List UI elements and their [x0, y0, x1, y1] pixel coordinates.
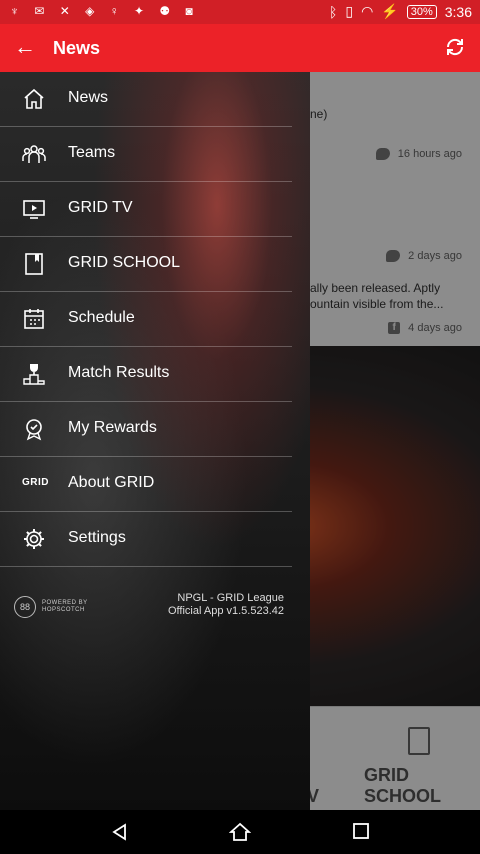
gear-icon [22, 527, 46, 551]
app-name: NPGL - GRID League [177, 592, 284, 604]
powered-by-logo: 88 POWERED BY HOPSCOTCH [14, 596, 88, 618]
grid-logo-icon: GRID [22, 477, 49, 488]
book-icon [22, 252, 46, 276]
powered-by-brand: HOPSCOTCH [42, 607, 85, 613]
status-bar: ♆ ✉ ✕ ◈ ♀ ✦ ⚉ ◙ ᛒ ▯ ◠ ⚡ 30% 3:36 [0, 0, 480, 24]
drawer-item-settings[interactable]: Settings [0, 512, 292, 567]
calendar-icon [22, 307, 46, 331]
drawer-item-label: Teams [68, 144, 116, 161]
teams-icon [22, 142, 46, 166]
drawer-menu: News Teams GRID TV GRID SCHOOL Schedule … [0, 72, 310, 567]
hopscotch-logo-icon: 88 [14, 596, 36, 618]
clock: 3:36 [444, 3, 472, 20]
drawer-item-teams[interactable]: Teams [0, 127, 292, 182]
home-icon [22, 87, 46, 111]
drawer-item-grid-tv[interactable]: GRID TV [0, 182, 292, 237]
app-version: Official App v1.5.523.42 [168, 605, 284, 617]
app-version-info: NPGL - GRID League Official App v1.5.523… [168, 592, 284, 618]
home-circle-icon[interactable] [228, 822, 252, 847]
status-right: ᛒ ▯ ◠ ⚡ 30% 3:36 [329, 3, 472, 20]
drawer-item-label: Schedule [68, 309, 135, 326]
drawer-item-label: Settings [68, 529, 126, 546]
app-bar: ← News [0, 24, 480, 72]
back-triangle-icon[interactable] [110, 822, 130, 847]
drawer-item-about-grid[interactable]: GRID About GRID [0, 457, 292, 512]
refresh-icon[interactable] [442, 34, 468, 65]
rewards-icon [22, 417, 46, 441]
bluetooth-icon: ᛒ [328, 3, 338, 20]
battery-charging-icon: ⚡ [381, 3, 399, 19]
drawer-scrim[interactable] [310, 72, 480, 810]
drawer-item-label: News [68, 89, 109, 106]
recents-square-icon[interactable] [352, 822, 370, 845]
trophy-podium-icon [22, 362, 46, 386]
drawer-item-label: My Rewards [68, 419, 157, 436]
system-nav-bar [0, 810, 480, 854]
drawer-item-my-rewards[interactable]: My Rewards [0, 402, 292, 457]
powered-by-label: POWERED BY [42, 600, 88, 606]
page-title: News [53, 38, 101, 58]
drawer-item-label: About GRID [68, 474, 155, 491]
drawer-item-label: GRID TV [68, 199, 133, 216]
drawer-item-match-results[interactable]: Match Results [0, 347, 292, 402]
drawer-item-grid-school[interactable]: GRID SCHOOL [0, 237, 292, 292]
drawer-item-schedule[interactable]: Schedule [0, 292, 292, 347]
navigation-drawer: News Teams GRID TV GRID SCHOOL Schedule … [0, 72, 310, 810]
drawer-item-label: Match Results [68, 364, 170, 381]
notification-icons: ♆ ✉ ✕ ◈ ♀ ✦ ⚉ ◙ [10, 4, 199, 18]
battery-level: 30% [406, 4, 437, 19]
vibrate-icon: ▯ [345, 3, 354, 19]
tv-icon [22, 197, 46, 221]
drawer-item-news[interactable]: News [0, 72, 292, 127]
back-arrow-icon[interactable]: ← [14, 34, 36, 60]
wifi-icon: ◠ [361, 3, 374, 19]
drawer-item-label: GRID SCHOOL [68, 254, 181, 271]
